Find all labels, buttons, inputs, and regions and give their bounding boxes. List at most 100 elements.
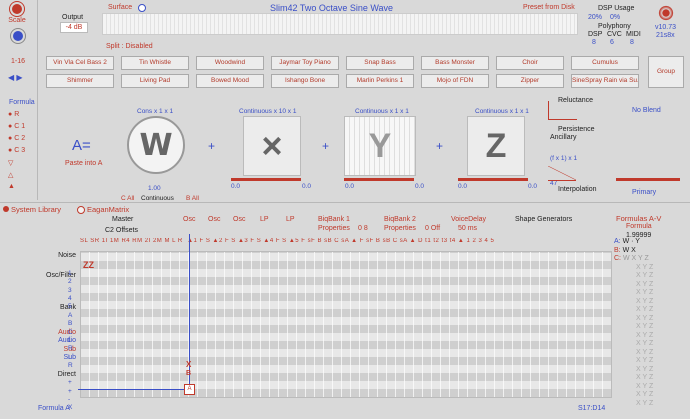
dsp-usage-b: 0%	[610, 14, 621, 21]
preset-button[interactable]: Bowed Mood	[196, 74, 264, 88]
y-slider[interactable]	[344, 178, 414, 181]
row-b: B	[68, 320, 73, 328]
col-osc-1[interactable]: Osc	[183, 216, 195, 223]
formula-a-label: A=	[72, 137, 91, 154]
playing-surface-bar[interactable]	[102, 13, 578, 35]
x-box-label: Continuous x 10 x 1	[239, 108, 297, 115]
preset-button[interactable]: Ishango Bone	[271, 74, 339, 88]
interpolation-label[interactable]: Interpolation	[558, 186, 597, 193]
triangle-filled-icon[interactable]: ▲	[8, 183, 48, 195]
row-2: 2	[68, 278, 72, 286]
continuous-label[interactable]: Continuous	[141, 195, 174, 202]
primary-label: Primary	[632, 189, 657, 196]
col-voicedelay[interactable]: VoiceDelay	[451, 216, 486, 223]
preset-button[interactable]: Cumulus	[571, 56, 639, 70]
eagan-label[interactable]: EaganMatrix	[87, 205, 129, 214]
formula-row[interactable]: B: W X	[614, 247, 684, 256]
pedal-c3[interactable]: ● C 3	[8, 147, 48, 159]
pedal-c2[interactable]: ● C 2	[8, 135, 48, 147]
interp-graph[interactable]	[548, 166, 576, 181]
preset-title: Slim42 Two Octave Sine Wave	[270, 3, 394, 13]
preset-button[interactable]: Shimmer	[46, 74, 114, 88]
b-all-label[interactable]: B All	[186, 195, 199, 202]
c2-offsets-label: C2 Offsets	[105, 227, 138, 234]
preset-from-disk-button[interactable]: Preset from Disk	[523, 4, 575, 11]
col-biqbank-2[interactable]: BiqBank 2	[384, 216, 416, 223]
route-b-mark[interactable]: B	[186, 370, 191, 377]
range-selector[interactable]: 1-16	[11, 58, 25, 65]
preset-button[interactable]: Choir	[496, 56, 564, 70]
pedal-label: R	[14, 111, 20, 118]
y-box-label: Continuous x 1 x 1	[355, 108, 409, 115]
properties-1[interactable]: Properties	[318, 225, 350, 232]
y-knob[interactable]: Y	[344, 116, 416, 176]
w-icon: W	[139, 127, 173, 163]
route-box-icon[interactable]: A	[184, 384, 195, 395]
triangle-up-icon[interactable]: △	[8, 171, 48, 183]
preset-button[interactable]: Jaymar Toy Piano	[271, 56, 339, 70]
eagan-dot[interactable]	[77, 206, 85, 214]
preset-button[interactable]: SineSpray Rain via Su...	[571, 74, 639, 88]
preset-button[interactable]: Vin Vla Cel Bass 2	[46, 56, 114, 70]
output-label: Output	[62, 14, 84, 21]
scale-label: Scale	[8, 17, 26, 24]
c-all-label[interactable]: C All	[121, 195, 134, 202]
midi-value: 8	[630, 39, 634, 46]
z-slider[interactable]	[458, 178, 528, 181]
z-knob[interactable]: Z	[467, 116, 525, 176]
system-library-label[interactable]: System Library	[11, 205, 61, 214]
no-blend-label[interactable]: No Blend	[632, 107, 661, 114]
preset-button[interactable]: Bass Monster	[421, 56, 489, 70]
w-knob[interactable]: W	[127, 116, 185, 174]
scale-button[interactable]: Scale	[6, 4, 28, 28]
blue-indicator-icon[interactable]	[13, 31, 23, 41]
preset-button[interactable]: Mojo of FDN	[421, 74, 489, 88]
logo-icon[interactable]	[658, 5, 674, 21]
preset-button[interactable]: Snap Bass	[346, 56, 414, 70]
system-library-dot[interactable]	[3, 206, 9, 212]
formula-row[interactable]: C: W X Y Z	[614, 255, 684, 264]
pedal-list: ● R ● C 1 ● C 2 ● C 3 ▽ △ ▲	[8, 111, 48, 195]
group-button[interactable]: Group	[648, 56, 684, 88]
pedal-r[interactable]: ● R	[8, 111, 48, 123]
route-x-mark[interactable]: X	[186, 360, 191, 369]
formula-row[interactable]: A: W · Y	[614, 238, 684, 247]
x-knob[interactable]: ×	[243, 116, 301, 176]
surface-label[interactable]: Surface	[108, 4, 132, 11]
formula-label: Formula	[626, 223, 652, 230]
ancillary-label[interactable]: Ancillary	[550, 134, 576, 141]
output-value[interactable]: -4 dB	[60, 22, 88, 33]
formula-row-label: C:	[614, 255, 621, 262]
plus-icon: +	[436, 139, 444, 153]
dsp-value: 8	[592, 39, 596, 46]
row-5: 5	[68, 303, 72, 311]
x-slider[interactable]	[231, 178, 301, 181]
preset-button[interactable]: Woodwind	[196, 56, 264, 70]
col-osc-2[interactable]: Osc	[208, 216, 220, 223]
range-arrows-icon[interactable]: ◀ ▶	[8, 73, 30, 83]
col-formulas[interactable]: Formulas A-V	[616, 214, 661, 223]
preset-button[interactable]: Marlin Perkins 1	[346, 74, 414, 88]
preset-button[interactable]: Zipper	[496, 74, 564, 88]
preset-button[interactable]: Living Pad	[121, 74, 189, 88]
surface-indicator-icon[interactable]	[138, 4, 146, 12]
noise-zz-mark[interactable]: ZZ	[83, 260, 94, 270]
row-index-labels: 1 2 3 4 5 A B C LRLR + + - X	[68, 253, 78, 413]
preset-button[interactable]: Tin Whistle	[121, 56, 189, 70]
reluctance-graph[interactable]	[548, 101, 577, 120]
persistence-label[interactable]: Persistence	[558, 126, 595, 133]
pedal-label: C 1	[14, 123, 26, 130]
properties-2[interactable]: Properties	[384, 225, 416, 232]
version-label: v10.73	[655, 24, 677, 31]
col-biqbank-1[interactable]: BiqBank 1	[318, 216, 350, 223]
triangle-down-icon[interactable]: ▽	[8, 159, 48, 171]
col-lp-1[interactable]: LP	[260, 216, 269, 223]
primary-slider[interactable]	[616, 178, 680, 181]
row-minus: -	[68, 395, 71, 403]
col-lp-2[interactable]: LP	[286, 216, 295, 223]
plus-icon: +	[322, 139, 330, 153]
routing-matrix[interactable]	[80, 251, 612, 398]
paste-into-a-button[interactable]: Paste into A	[65, 160, 102, 167]
pedal-c1[interactable]: ● C 1	[8, 123, 48, 135]
col-osc-3[interactable]: Osc	[233, 216, 245, 223]
